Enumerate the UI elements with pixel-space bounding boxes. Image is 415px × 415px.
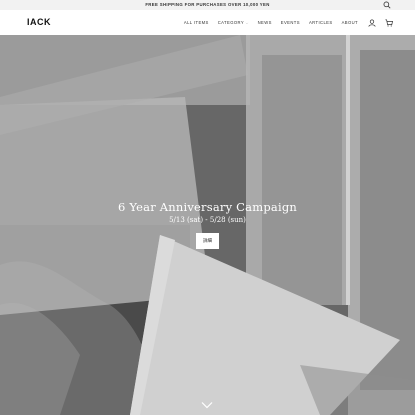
nav-about[interactable]: ABOUT <box>342 20 358 25</box>
main-nav: ALL ITEMS CATEGORY ⌵ NEWS EVENTS ARTICLE… <box>184 10 415 35</box>
nav-articles[interactable]: ARTICLES <box>309 20 333 25</box>
hero-overlay <box>0 35 415 415</box>
nav-category[interactable]: CATEGORY ⌵ <box>218 20 249 25</box>
chevron-down-icon[interactable] <box>201 401 213 409</box>
announcement-text: FREE SHIPPING FOR PURCHASES OVER 10,000 … <box>145 2 270 7</box>
account-icon[interactable] <box>367 18 376 27</box>
nav-category-label: CATEGORY <box>217 20 244 25</box>
site-header: IACK ALL ITEMS CATEGORY ⌵ NEWS EVENTS AR… <box>0 10 415 35</box>
hero-title: 6 Year Anniversary Campaign <box>117 200 297 214</box>
cart-icon[interactable] <box>384 18 393 27</box>
chevron-down-icon: ⌵ <box>245 21 249 25</box>
search-icon[interactable] <box>383 1 391 9</box>
hero-dates: 5/13 (sat) - 5/28 (sun) <box>169 216 246 224</box>
nav-news[interactable]: NEWS <box>258 20 272 25</box>
announcement-bar: FREE SHIPPING FOR PURCHASES OVER 10,000 … <box>0 0 415 10</box>
details-button[interactable]: 詳細 <box>196 233 219 249</box>
site-logo[interactable]: IACK <box>27 17 51 27</box>
nav-all-items[interactable]: ALL ITEMS <box>184 20 209 25</box>
nav-events[interactable]: EVENTS <box>281 20 300 25</box>
hero-banner[interactable]: 6 Year Anniversary Campaign 5/13 (sat) -… <box>0 35 415 415</box>
